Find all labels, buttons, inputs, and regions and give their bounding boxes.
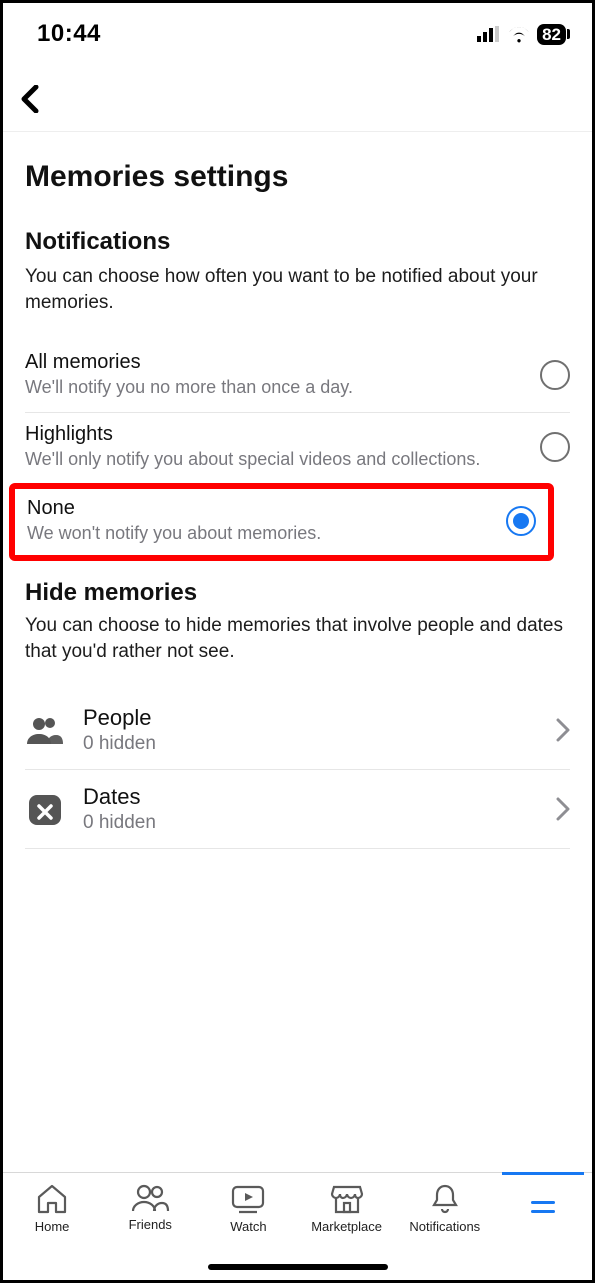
friends-icon (130, 1183, 170, 1213)
section-subheading-hide-memories: You can choose to hide memories that inv… (25, 607, 570, 690)
radio-control[interactable] (506, 506, 536, 536)
status-icons: 82 (477, 24, 570, 45)
radio-control[interactable] (540, 432, 570, 462)
page-title: Memories settings (25, 132, 570, 218)
section-subheading-notifications: You can choose how often you want to be … (25, 256, 570, 341)
radio-option-highlights[interactable]: Highlights We'll only notify you about s… (25, 412, 570, 483)
chevron-right-icon (556, 797, 570, 821)
tab-watch[interactable]: Watch (199, 1183, 297, 1234)
tab-menu[interactable] (494, 1183, 592, 1213)
bell-icon (430, 1183, 460, 1215)
battery-icon: 82 (537, 24, 570, 45)
hide-row-dates[interactable]: Dates 0 hidden (25, 769, 570, 848)
status-bar: 10:44 82 (3, 3, 592, 57)
tab-home[interactable]: Home (3, 1183, 101, 1234)
calendar-x-icon (25, 792, 65, 826)
tab-label: Friends (129, 1217, 172, 1232)
radio-option-all-memories[interactable]: All memories We'll notify you no more th… (25, 341, 570, 411)
cellular-icon (477, 26, 501, 42)
tab-friends[interactable]: Friends (101, 1183, 199, 1232)
radio-desc: We'll notify you no more than once a day… (25, 374, 528, 399)
radio-title: Highlights (25, 423, 528, 446)
wifi-icon (507, 25, 531, 43)
radio-option-none[interactable]: None We won't notify you about memories. (9, 483, 554, 561)
battery-level: 82 (537, 24, 566, 45)
tab-label: Notifications (409, 1219, 480, 1234)
radio-title: All memories (25, 351, 528, 374)
hide-row-people[interactable]: People 0 hidden (25, 691, 570, 769)
back-button[interactable] (21, 85, 41, 113)
section-heading-hide-memories: Hide memories (25, 561, 570, 607)
status-time: 10:44 (37, 20, 101, 48)
radio-title: None (27, 497, 494, 520)
tab-label: Home (35, 1219, 70, 1234)
notification-options: All memories We'll notify you no more th… (25, 341, 570, 561)
hide-item-title: Dates (83, 784, 538, 810)
home-indicator[interactable] (208, 1264, 388, 1270)
hide-item-sub: 0 hidden (83, 731, 538, 755)
hide-item-title: People (83, 705, 538, 731)
home-icon (35, 1183, 69, 1215)
hide-item-sub: 0 hidden (83, 810, 538, 834)
radio-desc: We'll only notify you about special vide… (25, 446, 528, 471)
radio-control[interactable] (540, 360, 570, 390)
tab-label: Marketplace (311, 1219, 382, 1234)
chevron-right-icon (556, 718, 570, 742)
tab-label: Watch (230, 1219, 266, 1234)
radio-desc: We won't notify you about memories. (27, 520, 494, 545)
tab-marketplace[interactable]: Marketplace (298, 1183, 396, 1234)
people-icon (25, 716, 65, 744)
menu-icon (531, 1201, 555, 1213)
tab-notifications[interactable]: Notifications (396, 1183, 494, 1234)
section-heading-notifications: Notifications (25, 218, 570, 256)
watch-icon (229, 1183, 267, 1215)
marketplace-icon (330, 1183, 364, 1215)
tab-active-indicator (502, 1172, 584, 1175)
